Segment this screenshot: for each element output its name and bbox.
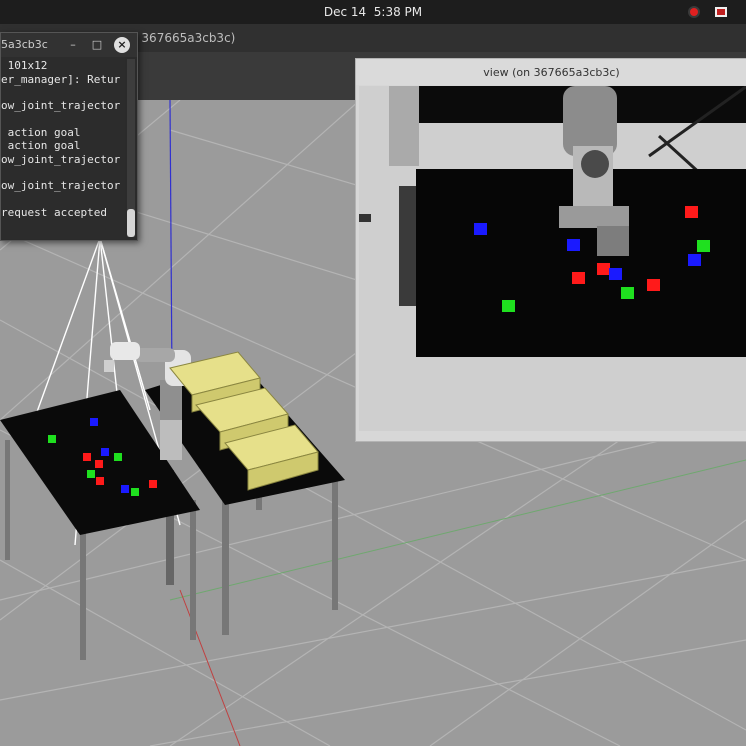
terminal-window[interactable]: 5a3cb3c – □ × 101x12 er_manager]: Retur … (0, 32, 138, 241)
terminal-titlebar[interactable]: 5a3cb3c – □ × (1, 33, 137, 57)
record-icon[interactable] (687, 5, 701, 19)
image-view-title: view (on 367665a3cb3c) (483, 66, 620, 79)
terminal-title: 5a3cb3c (1, 38, 48, 51)
terminal-line: action goal (1, 126, 81, 139)
terminal-scroll-thumb[interactable] (127, 209, 135, 237)
terminal-line: ow_joint_trajector (1, 99, 121, 112)
system-top-bar: Dec 14 5:38 PM (0, 0, 746, 24)
terminal-line: request accepted (1, 206, 107, 219)
gazebo-window-title: n 367665a3cb3c) (130, 31, 236, 45)
terminal-line: ow_joint_trajector (1, 153, 121, 166)
close-button[interactable]: × (114, 37, 130, 53)
clock-time[interactable]: 5:38 PM (374, 5, 422, 19)
terminal-line: 101x12 (1, 59, 48, 72)
camera-image[interactable] (359, 86, 746, 431)
terminal-output[interactable]: 101x12 er_manager]: Retur ow_joint_traje… (1, 57, 125, 239)
terminal-line: action goal (1, 139, 81, 152)
image-view-window[interactable]: view (on 367665a3cb3c) (355, 58, 746, 442)
image-view-titlebar[interactable]: view (on 367665a3cb3c) (356, 59, 746, 85)
maximize-button[interactable]: □ (89, 37, 105, 53)
clock: Dec 14 5:38 PM (0, 5, 746, 19)
app-indicator-icon[interactable] (714, 5, 728, 19)
clock-date[interactable]: Dec 14 (324, 5, 366, 19)
terminal-line: ow_joint_trajector (1, 179, 121, 192)
terminal-line: er_manager]: Retur (1, 73, 121, 86)
minimize-button[interactable]: – (65, 37, 81, 53)
